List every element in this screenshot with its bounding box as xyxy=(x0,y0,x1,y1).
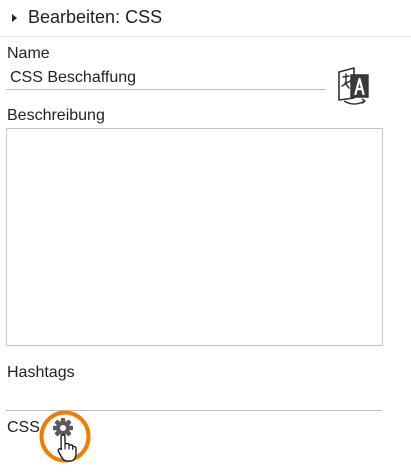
css-label: CSS xyxy=(7,419,40,436)
css-settings-button[interactable] xyxy=(38,409,92,464)
translate-button[interactable] xyxy=(336,66,372,106)
description-textarea[interactable] xyxy=(6,128,383,346)
description-label: Beschreibung xyxy=(7,107,105,124)
collapse-caret-icon[interactable] xyxy=(12,14,17,22)
hand-pointer-icon xyxy=(57,434,77,462)
name-input[interactable] xyxy=(6,66,326,90)
panel-header[interactable]: Bearbeiten: CSS xyxy=(0,0,411,37)
hashtags-label: Hashtags xyxy=(7,364,75,381)
edit-panel: Bearbeiten: CSS Name Beschreibung Hashta… xyxy=(0,0,411,473)
panel-title: Bearbeiten: CSS xyxy=(28,7,163,27)
translate-icon xyxy=(338,67,369,105)
name-label: Name xyxy=(7,45,50,62)
hashtags-input[interactable] xyxy=(6,388,382,411)
